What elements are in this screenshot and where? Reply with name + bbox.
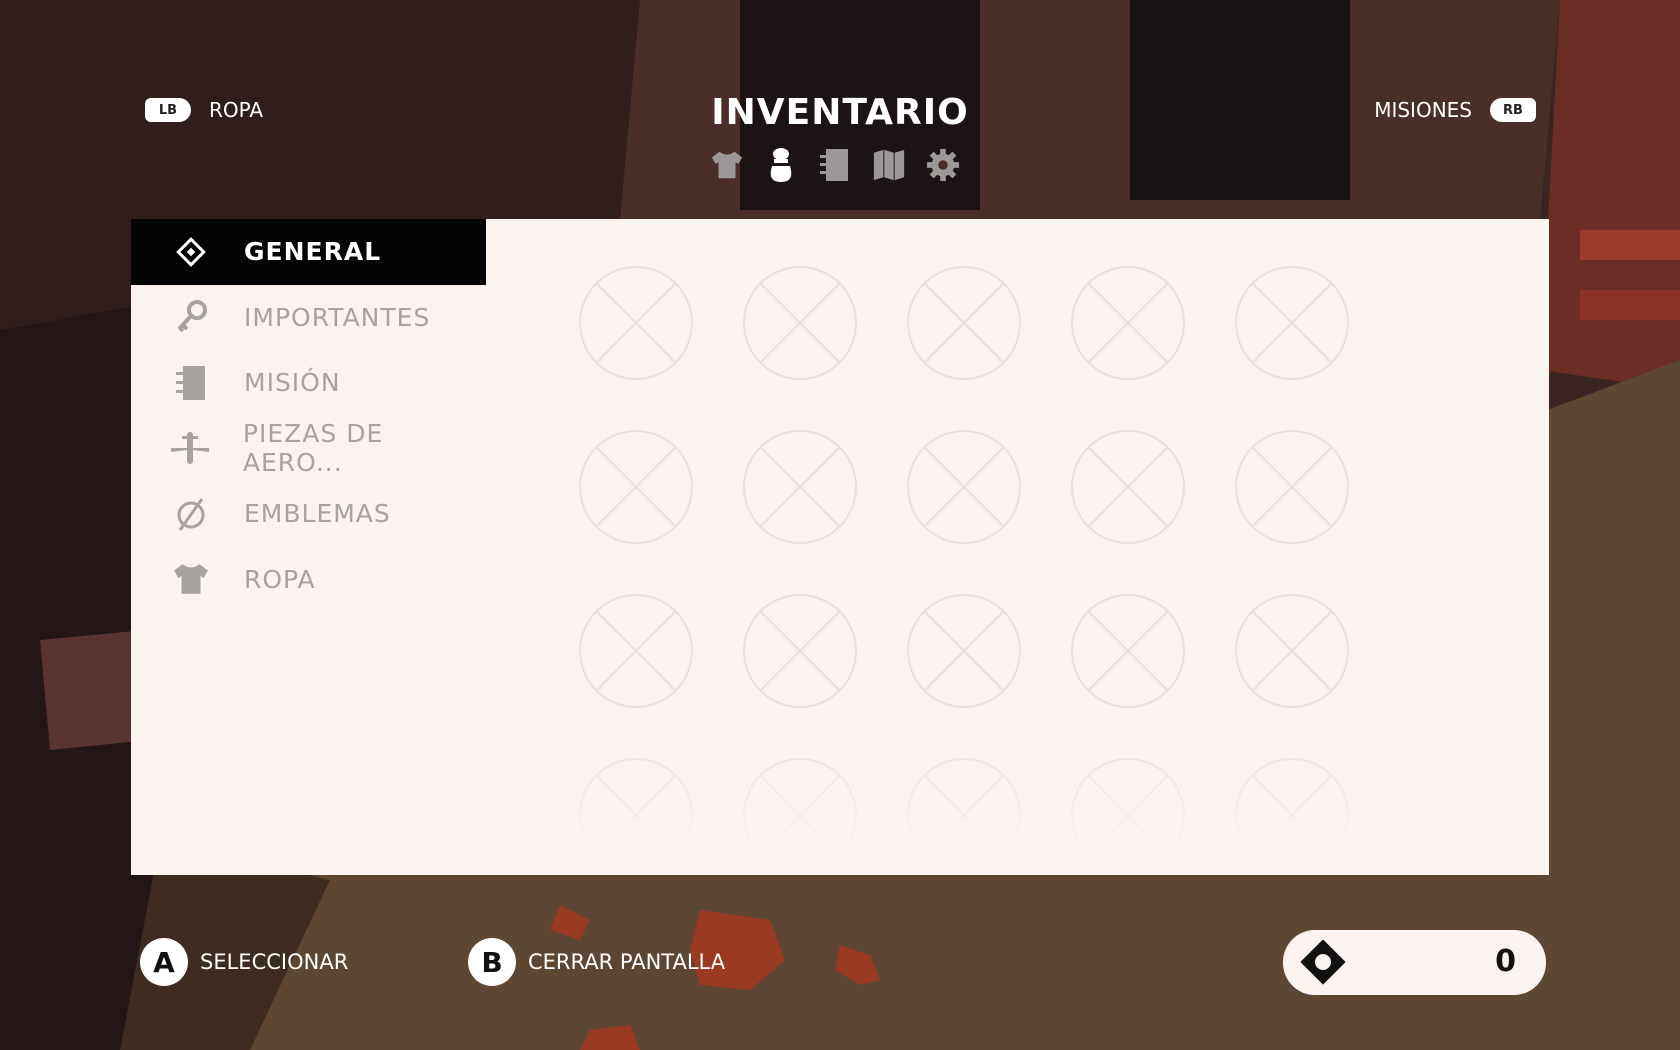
empty-slot[interactable] bbox=[578, 429, 694, 545]
category-general[interactable]: GENERAL bbox=[131, 219, 486, 285]
category-aircraft-parts[interactable]: PIEZAS DE AERO... bbox=[131, 416, 486, 482]
shirt-icon bbox=[168, 562, 214, 596]
empty-slot[interactable] bbox=[742, 429, 858, 545]
category-label: GENERAL bbox=[244, 237, 382, 267]
diamond-icon bbox=[168, 236, 214, 267]
journal-icon bbox=[820, 149, 848, 181]
empty-slot[interactable] bbox=[906, 593, 1022, 709]
gear-icon bbox=[926, 148, 960, 182]
tab-journal[interactable] bbox=[818, 146, 852, 184]
emblem-icon bbox=[168, 496, 214, 532]
close-label: CERRAR PANTALLA bbox=[528, 950, 726, 974]
tab-map[interactable] bbox=[872, 146, 906, 184]
empty-slot[interactable] bbox=[578, 593, 694, 709]
select-label: SELECCIONAR bbox=[200, 950, 349, 974]
empty-slot[interactable] bbox=[1070, 429, 1186, 545]
category-label: ROPA bbox=[244, 564, 316, 594]
empty-slot[interactable] bbox=[1234, 429, 1350, 545]
category-list: GENERAL IMPORTANTES MISIÓN PIEZAS DE AER… bbox=[131, 219, 486, 612]
shirt-icon bbox=[711, 151, 743, 179]
key-icon bbox=[168, 299, 214, 335]
empty-slot[interactable] bbox=[1070, 593, 1186, 709]
rb-button-icon: RB bbox=[1490, 98, 1536, 122]
empty-slot[interactable] bbox=[578, 757, 694, 850]
empty-slot[interactable] bbox=[906, 265, 1022, 381]
category-label: MISIÓN bbox=[244, 368, 341, 398]
empty-slot[interactable] bbox=[742, 757, 858, 850]
currency-display: 0 bbox=[1283, 930, 1546, 995]
b-button-icon: B bbox=[468, 938, 516, 986]
tab-clothing[interactable] bbox=[710, 146, 744, 184]
category-label: EMBLEMAS bbox=[244, 499, 391, 529]
category-emblems[interactable]: EMBLEMAS bbox=[131, 481, 486, 547]
section-tabs bbox=[710, 146, 960, 184]
empty-slot[interactable] bbox=[1234, 757, 1350, 850]
empty-slot[interactable] bbox=[578, 265, 694, 381]
category-important[interactable]: IMPORTANTES bbox=[131, 285, 486, 351]
empty-slot[interactable] bbox=[1070, 265, 1186, 381]
category-label: IMPORTANTES bbox=[244, 302, 431, 332]
empty-slot[interactable] bbox=[906, 429, 1022, 545]
category-mission[interactable]: MISIÓN bbox=[131, 350, 486, 416]
bag-icon bbox=[770, 148, 792, 182]
empty-slot[interactable] bbox=[1234, 265, 1350, 381]
close-hint[interactable]: B CERRAR PANTALLA bbox=[468, 938, 725, 986]
currency-diamond-icon bbox=[1300, 940, 1346, 985]
empty-slot[interactable] bbox=[1070, 757, 1186, 850]
currency-amount: 0 bbox=[1495, 944, 1516, 979]
select-hint[interactable]: A SELECCIONAR bbox=[140, 938, 348, 986]
empty-slot[interactable] bbox=[1234, 593, 1350, 709]
empty-slot[interactable] bbox=[742, 593, 858, 709]
journal-icon bbox=[168, 364, 214, 402]
next-section-label: MISIONES bbox=[1374, 98, 1472, 122]
next-section-hint[interactable]: MISIONES RB bbox=[1374, 98, 1536, 122]
tab-inventory[interactable] bbox=[764, 146, 798, 184]
airplane-icon bbox=[168, 430, 213, 466]
empty-slot[interactable] bbox=[906, 757, 1022, 850]
a-button-icon: A bbox=[140, 938, 188, 986]
empty-slot[interactable] bbox=[742, 265, 858, 381]
category-label: PIEZAS DE AERO... bbox=[242, 419, 384, 478]
item-grid bbox=[577, 265, 1357, 850]
map-icon bbox=[873, 149, 905, 181]
category-clothing[interactable]: ROPA bbox=[131, 547, 486, 613]
tab-settings[interactable] bbox=[926, 146, 960, 184]
